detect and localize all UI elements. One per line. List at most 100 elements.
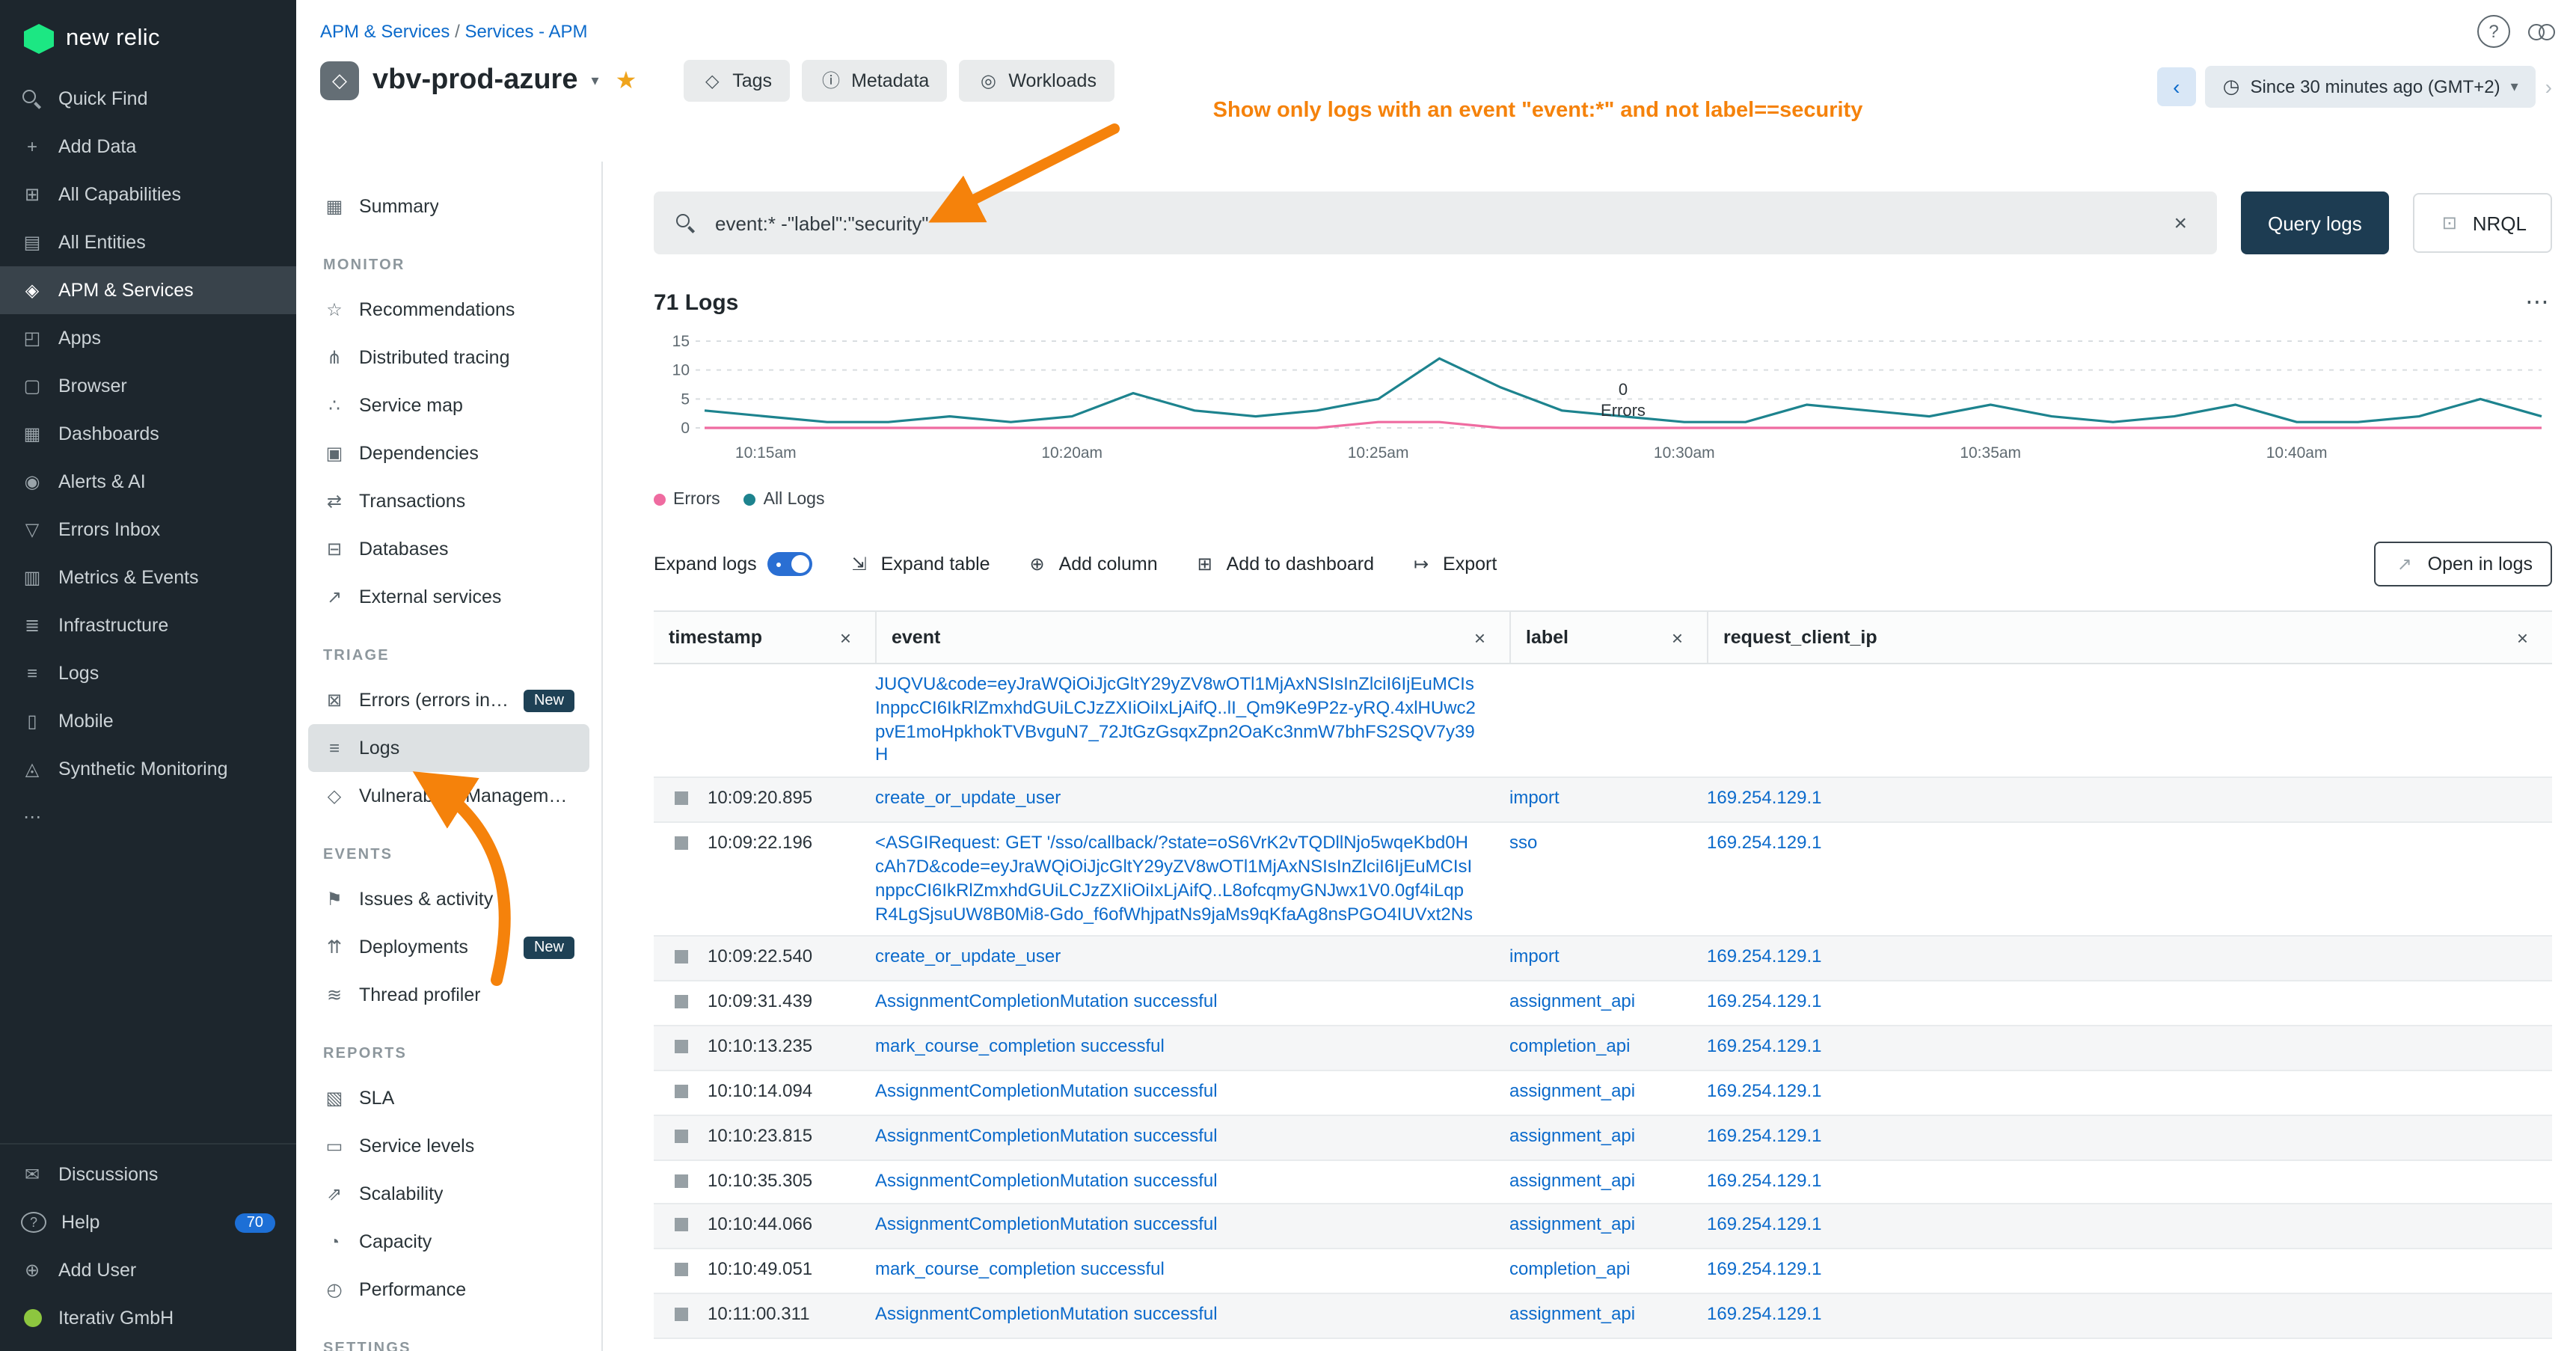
row-checkbox[interactable] (675, 1174, 688, 1187)
log-query-input[interactable] (712, 210, 2150, 236)
row-checkbox[interactable] (675, 1308, 688, 1321)
sidebar-item[interactable]: Metrics & Events (0, 554, 296, 601)
remove-column-button[interactable]: × (831, 625, 860, 650)
log-event-link[interactable]: <ASGIRequest: GET '/sso/callback/?state=… (875, 832, 1473, 924)
subnav-item[interactable]: Capacity (308, 1218, 589, 1266)
sidebar-item[interactable]: Logs (0, 649, 296, 697)
entity-action-button[interactable]: Tags (683, 60, 790, 102)
brand-logo[interactable]: new relic (0, 0, 296, 75)
subnav-item[interactable]: Performance (308, 1266, 589, 1314)
favorite-star-icon[interactable]: ★ (616, 66, 637, 96)
sidebar-item[interactable]: Errors Inbox (0, 506, 296, 554)
sidebar-item[interactable]: Quick Find (0, 75, 296, 123)
subnav-item[interactable]: External services (308, 573, 589, 621)
subnav-item[interactable]: Summary (308, 183, 589, 230)
sidebar-item[interactable]: Alerts & AI (0, 458, 296, 506)
expand-table-button[interactable]: Expand table (848, 553, 990, 575)
table-row[interactable]: JUQVU&code=eyJraWQiOiJjcGltY29yZV8wOTl1M… (654, 664, 2552, 779)
export-button[interactable]: Export (1410, 553, 1497, 575)
remove-column-button[interactable]: × (1663, 625, 1692, 650)
table-row[interactable]: 10:09:22.196 <ASGIRequest: GET '/sso/cal… (654, 823, 2552, 937)
log-label-link[interactable]: import (1509, 946, 1560, 967)
time-back-button[interactable]: ‹ (2157, 67, 2196, 106)
table-row[interactable]: 10:10:23.815 AssignmentCompletionMutatio… (654, 1116, 2552, 1161)
table-row[interactable]: 10:10:13.235 mark_course_completion succ… (654, 1026, 2552, 1071)
table-row[interactable]: 10:09:22.540 create_or_update_user impor… (654, 937, 2552, 982)
subnav-item[interactable]: Transactions (308, 477, 589, 525)
row-checkbox[interactable] (675, 836, 688, 850)
table-row[interactable]: 10:10:49.051 mark_course_completion succ… (654, 1250, 2552, 1295)
row-checkbox[interactable] (675, 951, 688, 964)
subnav-item[interactable]: Thread profiler (308, 971, 589, 1019)
table-row[interactable]: 10:10:14.094 AssignmentCompletionMutatio… (654, 1071, 2552, 1116)
add-column-button[interactable]: Add column (1026, 553, 1158, 575)
time-range-picker[interactable]: ◷ Since 30 minutes ago (GMT+2) ▾ (2205, 66, 2536, 108)
row-checkbox[interactable] (675, 996, 688, 1009)
table-row[interactable]: 10:09:31.439 AssignmentCompletionMutatio… (654, 982, 2552, 1027)
log-ip-link[interactable]: 169.254.129.1 (1707, 991, 1822, 1012)
breadcrumb-link-apm[interactable]: APM & Services (320, 21, 450, 42)
log-ip-link[interactable]: 169.254.129.1 (1707, 1214, 1822, 1235)
subnav-item[interactable]: Vulnerability Management (308, 772, 589, 820)
breadcrumb-link-services[interactable]: Services - APM (464, 21, 587, 42)
clear-query-button[interactable]: × (2165, 209, 2196, 237)
time-forward-button[interactable]: › (2545, 75, 2552, 99)
entity-dropdown-chevron-icon[interactable]: ▾ (592, 73, 599, 89)
table-row[interactable]: 10:11:00.311 AssignmentCompletionMutatio… (654, 1294, 2552, 1339)
permalink-icon[interactable] (2528, 23, 2555, 40)
log-label-link[interactable]: sso (1509, 832, 1537, 853)
sidebar-item[interactable]: Dashboards (0, 410, 296, 458)
table-row[interactable]: 10:09:20.895 create_or_update_user impor… (654, 779, 2552, 824)
add-to-dashboard-button[interactable]: Add to dashboard (1194, 553, 1374, 575)
subnav-item[interactable]: Scalability (308, 1170, 589, 1218)
sidebar-item[interactable]: All Entities (0, 218, 296, 266)
sidebar-footer-item[interactable]: Help 70 (0, 1198, 296, 1246)
entity-action-button[interactable]: Workloads (959, 60, 1114, 102)
nrql-button[interactable]: NRQL (2413, 193, 2552, 253)
table-row[interactable]: 10:10:35.305 AssignmentCompletionMutatio… (654, 1160, 2552, 1205)
log-label-link[interactable]: assignment_api (1509, 1214, 1635, 1235)
log-event-link[interactable]: AssignmentCompletionMutation successful (875, 1303, 1218, 1324)
log-ip-link[interactable]: 169.254.129.1 (1707, 1125, 1822, 1146)
sidebar-item[interactable] (0, 793, 296, 841)
sidebar-footer-item[interactable]: Add User (0, 1246, 296, 1294)
sidebar-footer-item[interactable]: Iterativ GmbH (0, 1294, 296, 1342)
log-event-link[interactable]: AssignmentCompletionMutation successful (875, 1080, 1218, 1101)
subnav-item[interactable]: SLA (308, 1074, 589, 1122)
log-event-link[interactable]: AssignmentCompletionMutation successful (875, 991, 1218, 1012)
sidebar-item[interactable]: APM & Services (0, 266, 296, 314)
row-checkbox[interactable] (675, 1040, 688, 1053)
row-checkbox[interactable] (675, 1219, 688, 1232)
log-ip-link[interactable]: 169.254.129.1 (1707, 1035, 1822, 1056)
sidebar-item[interactable]: Add Data (0, 123, 296, 171)
log-ip-link[interactable]: 169.254.129.1 (1707, 832, 1822, 853)
row-checkbox[interactable] (675, 1130, 688, 1143)
subnav-item[interactable]: Recommendations (308, 286, 589, 334)
log-event-link[interactable]: AssignmentCompletionMutation successful (875, 1169, 1218, 1190)
log-event-link[interactable]: mark_course_completion successful (875, 1259, 1165, 1280)
log-label-link[interactable]: completion_api (1509, 1259, 1630, 1280)
subnav-item[interactable]: Deployments New (308, 923, 589, 971)
log-label-link[interactable]: assignment_api (1509, 1080, 1635, 1101)
row-checkbox[interactable] (675, 792, 688, 806)
open-in-logs-button[interactable]: Open in logs (2374, 542, 2552, 586)
chart-options-menu[interactable]: ⋯ (2525, 287, 2552, 317)
subnav-item[interactable]: Logs (308, 724, 589, 772)
sidebar-item[interactable]: Mobile (0, 697, 296, 745)
sidebar-item[interactable]: Browser (0, 362, 296, 410)
subnav-item[interactable]: Databases (308, 525, 589, 573)
log-label-link[interactable]: assignment_api (1509, 991, 1635, 1012)
remove-column-button[interactable]: × (2508, 625, 2537, 650)
sidebar-item[interactable]: All Capabilities (0, 171, 296, 218)
query-logs-button[interactable]: Query logs (2241, 192, 2389, 254)
legend-item[interactable]: All Logs (744, 491, 825, 509)
log-event-link[interactable]: create_or_update_user (875, 946, 1061, 967)
sidebar-item[interactable]: Synthetic Monitoring (0, 745, 296, 793)
subnav-item[interactable]: Dependencies (308, 429, 589, 477)
subnav-item[interactable]: Issues & activity (308, 875, 589, 923)
log-ip-link[interactable]: 169.254.129.1 (1707, 1259, 1822, 1280)
log-label-link[interactable]: assignment_api (1509, 1125, 1635, 1146)
log-label-link[interactable]: assignment_api (1509, 1169, 1635, 1190)
expand-logs-toggle[interactable] (767, 552, 812, 576)
log-label-link[interactable]: import (1509, 788, 1560, 809)
